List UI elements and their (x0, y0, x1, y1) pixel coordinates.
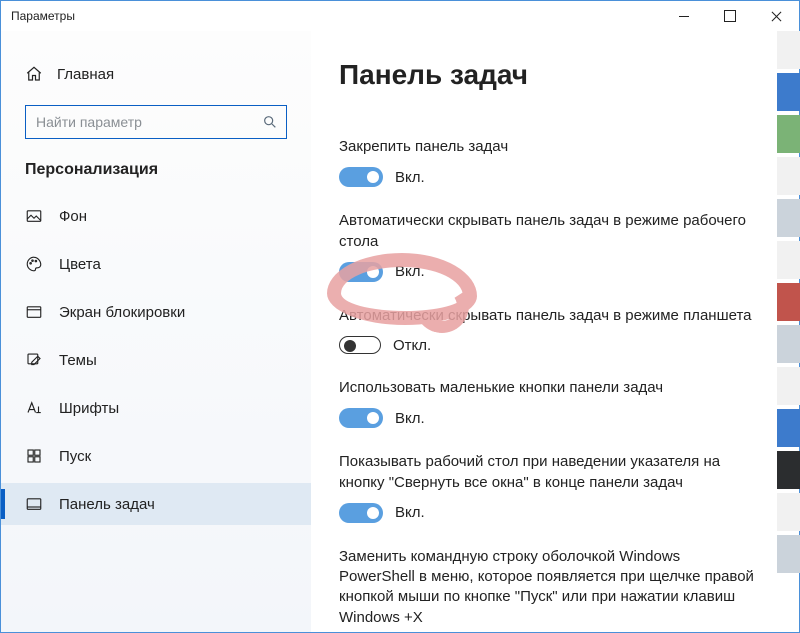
search-box[interactable] (25, 105, 287, 139)
toggle-small-buttons[interactable] (339, 408, 383, 428)
content: Панель задач Закрепить панель задач Вкл.… (311, 31, 799, 632)
toggle-state-text: Вкл. (395, 169, 425, 186)
setting-small-buttons: Использовать маленькие кнопки панели зад… (339, 378, 759, 428)
setting-powershell: Заменить командную строку оболочкой Wind… (339, 547, 759, 628)
sidebar-item-themes[interactable]: Темы (1, 339, 311, 381)
sidebar-item-label: Пуск (59, 448, 91, 465)
setting-autohide-desktop: Автоматически скрывать панель задач в ре… (339, 211, 759, 282)
toggle-lock-taskbar[interactable] (339, 167, 383, 187)
setting-autohide-tablet: Автоматически скрывать панель задач в ре… (339, 306, 759, 354)
toggle-state-text: Вкл. (395, 410, 425, 427)
window-title: Параметры (11, 9, 75, 23)
sidebar-item-label: Темы (59, 352, 97, 369)
toggle-autohide-tablet[interactable] (339, 336, 381, 354)
sidebar-item-lockscreen[interactable]: Экран блокировки (1, 291, 311, 333)
setting-label: Заменить командную строку оболочкой Wind… (339, 547, 759, 628)
lockscreen-icon (25, 303, 43, 321)
setting-label: Использовать маленькие кнопки панели зад… (339, 378, 759, 398)
picture-icon (25, 207, 43, 225)
setting-label: Показывать рабочий стол при наведении ук… (339, 452, 759, 493)
sidebar-item-fonts[interactable]: Шрифты (1, 387, 311, 429)
fonts-icon (25, 399, 43, 417)
sidebar: Главная Персонализация Фон Цвета Экран б… (1, 31, 311, 632)
setting-lock-taskbar: Закрепить панель задач Вкл. (339, 137, 759, 187)
toggle-peek-desktop[interactable] (339, 503, 383, 523)
settings-window: Параметры Главная Персонализация Фон Цве (0, 0, 800, 633)
sidebar-section-title: Персонализация (1, 157, 311, 195)
sidebar-item-label: Шрифты (59, 400, 119, 417)
toggle-state-text: Откл. (393, 337, 431, 354)
search-icon (262, 114, 278, 130)
maximize-button[interactable] (707, 1, 753, 31)
toggle-state-text: Вкл. (395, 263, 425, 280)
setting-label: Автоматически скрывать панель задач в ре… (339, 306, 759, 326)
search-input[interactable] (36, 114, 262, 130)
close-button[interactable] (753, 1, 799, 31)
sidebar-home-label: Главная (57, 66, 114, 83)
toggle-autohide-desktop[interactable] (339, 262, 383, 282)
sidebar-item-colors[interactable]: Цвета (1, 243, 311, 285)
minimize-button[interactable] (661, 1, 707, 31)
themes-icon (25, 351, 43, 369)
sidebar-item-label: Цвета (59, 256, 101, 273)
start-icon (25, 447, 43, 465)
setting-label: Автоматически скрывать панель задач в ре… (339, 211, 759, 252)
palette-icon (25, 255, 43, 273)
sidebar-item-label: Фон (59, 208, 87, 225)
sidebar-item-label: Панель задач (59, 496, 155, 513)
page-title: Панель задач (339, 59, 783, 91)
sidebar-home[interactable]: Главная (1, 57, 311, 91)
setting-peek-desktop: Показывать рабочий стол при наведении ук… (339, 452, 759, 523)
titlebar: Параметры (1, 1, 799, 31)
toggle-state-text: Вкл. (395, 504, 425, 521)
sidebar-item-background[interactable]: Фон (1, 195, 311, 237)
setting-label: Закрепить панель задач (339, 137, 759, 157)
taskbar-icon (25, 495, 43, 513)
sidebar-item-taskbar[interactable]: Панель задач (1, 483, 311, 525)
sidebar-item-label: Экран блокировки (59, 304, 185, 321)
sidebar-item-start[interactable]: Пуск (1, 435, 311, 477)
home-icon (25, 65, 43, 83)
